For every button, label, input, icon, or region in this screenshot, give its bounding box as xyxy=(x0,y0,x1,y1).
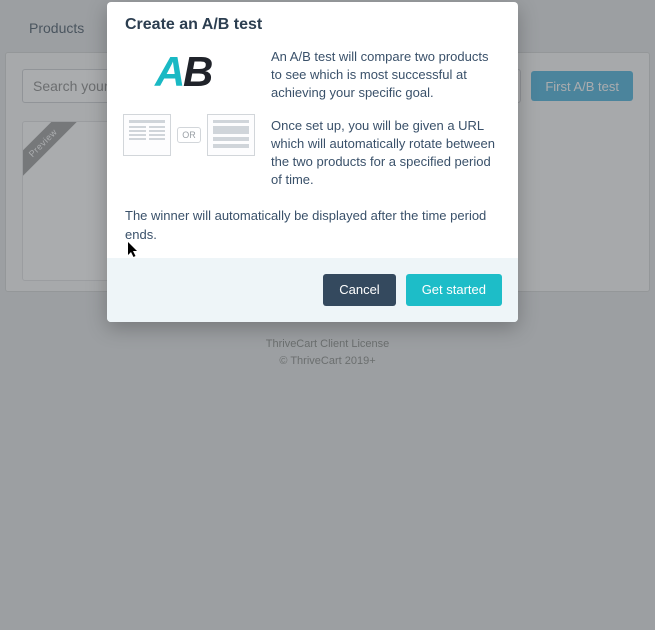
cancel-button[interactable]: Cancel xyxy=(323,274,395,306)
modal-title: Create an A/B test xyxy=(107,2,518,42)
modal-paragraph-1: An A/B test will compare two products to… xyxy=(271,48,500,103)
modal-text-column: An A/B test will compare two products to… xyxy=(271,48,500,203)
page-variant-b-icon xyxy=(207,114,255,156)
get-started-button[interactable]: Get started xyxy=(406,274,502,306)
modal-footer: Cancel Get started xyxy=(107,258,518,322)
create-ab-test-modal: Create an A/B test AB xyxy=(107,2,518,322)
modal-paragraph-2: Once set up, you will be given a URL whi… xyxy=(271,117,500,190)
or-label: OR xyxy=(177,127,201,143)
page-variant-a-icon xyxy=(123,114,171,156)
ab-logo-icon: AB xyxy=(157,54,221,98)
modal-body: AB OR xyxy=(107,42,518,258)
modal-illustration: AB OR xyxy=(125,48,253,203)
modal-overlay[interactable]: Create an A/B test AB xyxy=(0,0,655,630)
modal-paragraph-3: The winner will automatically be display… xyxy=(125,207,500,243)
compare-pages-icon: OR xyxy=(123,114,255,156)
